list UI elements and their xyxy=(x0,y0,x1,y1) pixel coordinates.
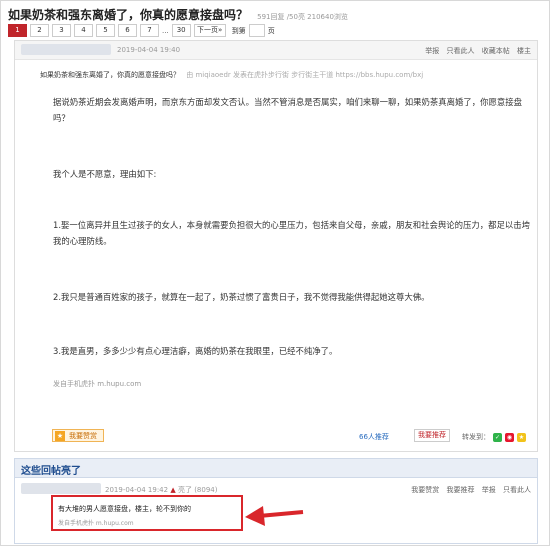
page-suffix-label: 页 xyxy=(267,26,275,35)
post-header: 2019-04-04 19:40 举报 只看此人 收藏本帖 楼主 xyxy=(15,41,537,60)
reply-report-link[interactable]: 举报 xyxy=(482,486,496,494)
goto-label: 到第 xyxy=(231,26,246,35)
quote-title: 如果奶茶和强东离婚了，你真的愿意接盘吗？ xyxy=(40,71,180,79)
post-paragraph: 2.我只是普通百姓家的孩子，就算在一起了，奶茶过惯了富贵日子，我不觉得我能供得起… xyxy=(53,292,430,302)
thread-title-row: 如果奶茶和强东离婚了，你真的愿意接盘吗？ 591回复 /50亮 210640浏览 xyxy=(8,4,348,23)
page-3-button[interactable]: 3 xyxy=(52,24,71,37)
post-paragraph: 1.娶一位离异并且生过孩子的女人，本身就需要负担很大的心里压力，包括来自父母，亲… xyxy=(53,220,530,246)
page-4-button[interactable]: 4 xyxy=(74,24,93,37)
like-button-label: 我要赞赏 xyxy=(69,432,97,440)
reply-author-blurred[interactable] xyxy=(21,483,101,494)
red-arrow-icon xyxy=(245,506,304,526)
reply-only-user-link[interactable]: 只看此人 xyxy=(503,486,531,494)
report-link[interactable]: 举报 xyxy=(425,47,439,55)
page-6-button[interactable]: 6 xyxy=(118,24,137,37)
light-label[interactable]: 亮了 xyxy=(178,486,192,494)
highlighted-reply-box: 有大堆的男人愿意接盘，楼主，轮不到你的 发自手机虎扑 m.hupu.com xyxy=(51,495,243,531)
recommend-button[interactable]: 我要推荐 xyxy=(414,429,450,442)
page-7-button[interactable]: 7 xyxy=(140,24,159,37)
page-ellipsis: ... xyxy=(162,26,169,35)
page-2-button[interactable]: 2 xyxy=(30,24,49,37)
only-this-user-link[interactable]: 只看此人 xyxy=(447,47,475,55)
page-1-button[interactable]: 1 xyxy=(8,24,27,37)
favorite-thread-link[interactable]: 收藏本帖 xyxy=(482,47,510,55)
op-label: 楼主 xyxy=(517,47,531,55)
reply-meta: 2019-04-04 19:42 ▲ 亮了 (8094) xyxy=(105,485,217,495)
like-button[interactable]: ★ 我要赞赏 xyxy=(52,429,104,442)
reply-actions: 我要赞赏 我要推荐 举报 只看此人 xyxy=(406,485,531,495)
quote-source[interactable]: 由 miqiaoedr 发表在虎扑步行街 步行街主干道 https://bbs.… xyxy=(186,71,423,79)
thread-title: 如果奶茶和强东离婚了，你真的愿意接盘吗？ xyxy=(8,8,249,22)
post-paragraph: 我个人是不愿意，理由如下: xyxy=(53,169,157,179)
pagination: 1 2 3 4 5 6 7 ... 30 下一页» 到第 页 xyxy=(8,24,278,37)
goto-page-input[interactable] xyxy=(248,24,265,37)
wechat-icon[interactable]: ✓ xyxy=(493,432,502,442)
qzone-icon[interactable]: ★ xyxy=(517,432,526,442)
post-paragraph: 据说奶茶近期会发离婚声明，而京东方面却发文否认。当然不管消息是否属实，咱们来聊一… xyxy=(53,97,522,123)
next-page-button[interactable]: 下一页» xyxy=(193,24,226,37)
hot-replies-header: 这些回帖亮了 xyxy=(15,459,537,478)
post-paragraph: 3.我是直男，多多少少有点心理洁癖，离婚的奶茶在我眼里，已经不纯净了。 xyxy=(53,346,338,356)
reply-source: 发自手机虎扑 m.hupu.com xyxy=(58,520,134,527)
share-label: 转发到： xyxy=(462,433,490,441)
share-bar: 转发到： ✓ ◉ ★ xyxy=(462,432,526,442)
light-icon: ▲ xyxy=(170,486,176,494)
reply-recommend-link[interactable]: 我要推荐 xyxy=(447,486,475,494)
post-time: 2019-04-04 19:40 xyxy=(117,46,181,54)
page-5-button[interactable]: 5 xyxy=(96,24,115,37)
page-last-button[interactable]: 30 xyxy=(171,24,191,37)
mobile-source-note: 发自手机虎扑 m.hupu.com xyxy=(53,380,142,388)
weibo-icon[interactable]: ◉ xyxy=(505,432,514,442)
hot-replies-title: 这些回帖亮了 xyxy=(21,466,81,477)
author-name-blurred[interactable] xyxy=(21,44,111,55)
recommend-count: 66人推荐 xyxy=(359,433,389,441)
reply-like-link[interactable]: 我要赞赏 xyxy=(411,486,439,494)
post-quote: 如果奶茶和强东离婚了，你真的愿意接盘吗？ 由 miqiaoedr 发表在虎扑步行… xyxy=(40,70,423,80)
reply-time: 2019-04-04 19:42 xyxy=(105,486,169,494)
thread-stats: 591回复 /50亮 210640浏览 xyxy=(257,13,348,21)
light-count: (8094) xyxy=(194,486,218,494)
post-actions: 举报 只看此人 收藏本帖 楼主 xyxy=(420,46,531,56)
thumb-up-icon: ★ xyxy=(55,431,65,441)
reply-text: 有大堆的男人愿意接盘，楼主，轮不到你的 xyxy=(58,505,191,513)
